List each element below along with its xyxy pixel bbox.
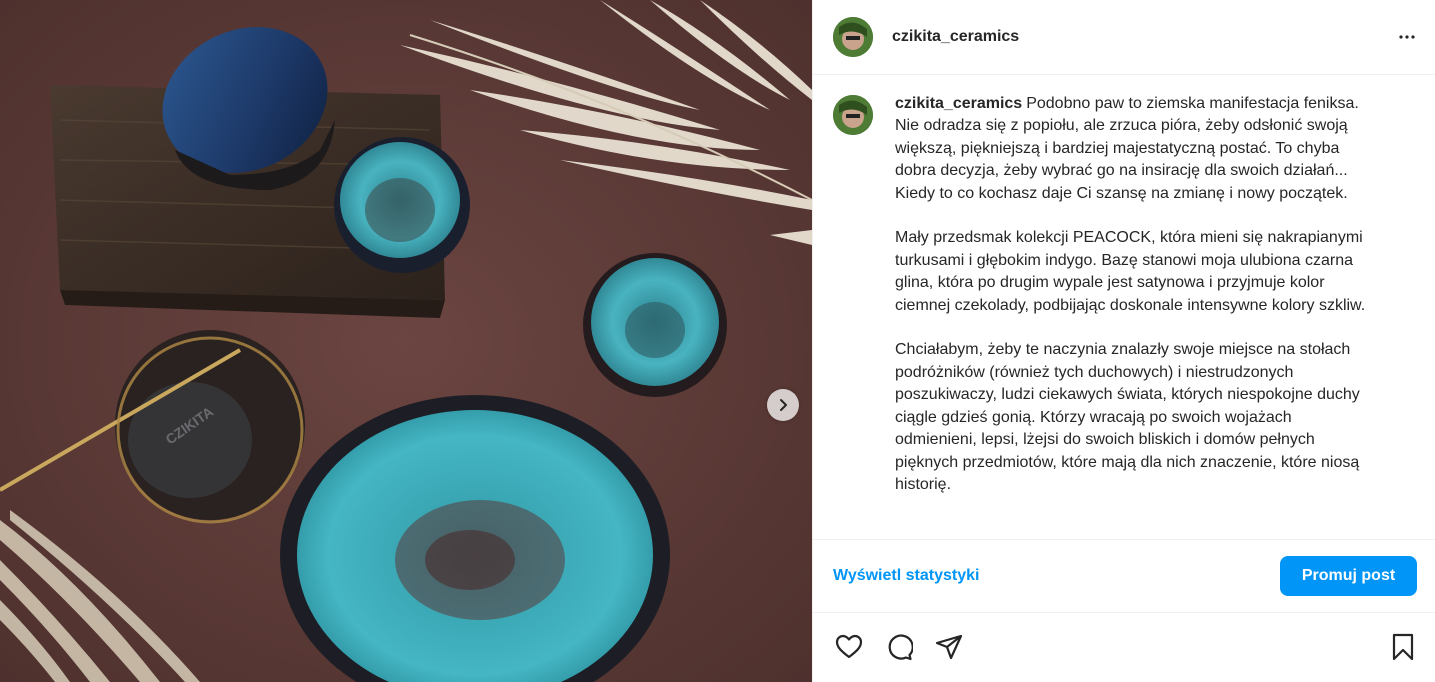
save-button[interactable] <box>1387 631 1419 663</box>
view-insights-link[interactable]: Wyświetl statystyki <box>833 567 979 585</box>
bookmark-icon <box>1392 633 1414 661</box>
instagram-post: CZIKITA czikita_ceramics czikita_ceramic… <box>0 0 1435 682</box>
caption-avatar[interactable] <box>833 95 873 135</box>
caption-paragraph-3: Chciałabym, żeby te naczynia znalazły sw… <box>895 341 1360 493</box>
caption-username[interactable]: czikita_ceramics <box>895 95 1022 112</box>
share-icon <box>935 634 963 660</box>
comment-button[interactable] <box>883 631 915 663</box>
post-header: czikita_ceramics <box>813 0 1435 75</box>
chevron-right-icon <box>780 399 787 411</box>
heart-icon <box>835 634 863 659</box>
profile-avatar[interactable] <box>833 17 873 57</box>
share-button[interactable] <box>933 631 965 663</box>
post-sidebar: czikita_ceramics czikita_ceramics Podobno… <box>812 0 1435 682</box>
post-caption: czikita_ceramics Podobno paw to ziemska m… <box>813 75 1435 540</box>
caption-paragraph-2: Mały przedsmak kolekcji PEACOCK, która m… <box>895 229 1366 314</box>
insights-row: Wyświetl statystyki Promuj post <box>813 540 1435 613</box>
post-actions <box>813 613 1435 681</box>
promote-post-button[interactable]: Promuj post <box>1280 556 1417 596</box>
post-photo: CZIKITA <box>0 0 812 682</box>
comment-icon <box>888 634 913 661</box>
author-username[interactable]: czikita_ceramics <box>892 28 1395 46</box>
more-options-icon[interactable] <box>1395 25 1419 49</box>
caption-text: czikita_ceramics Podobno paw to ziemska m… <box>895 93 1375 539</box>
like-button[interactable] <box>833 631 865 663</box>
next-image-button[interactable] <box>767 389 799 421</box>
post-media[interactable]: CZIKITA <box>0 0 812 682</box>
